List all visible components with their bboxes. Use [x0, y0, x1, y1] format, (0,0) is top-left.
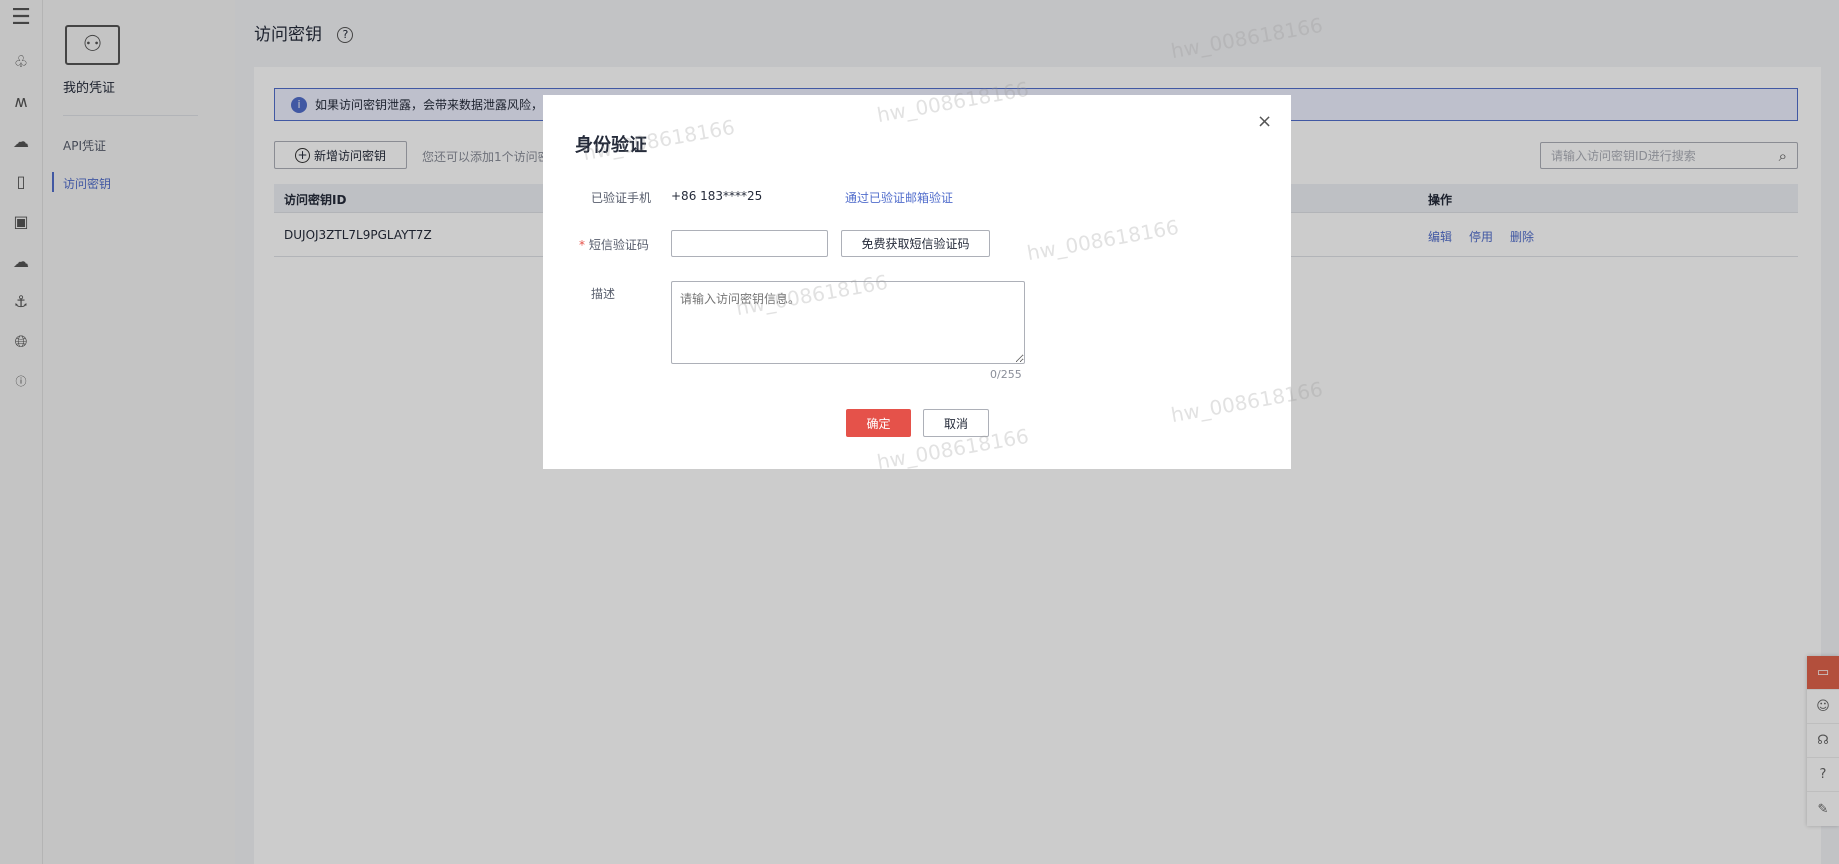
dialog-title: 身份验证 — [575, 135, 647, 156]
confirm-button[interactable]: 确定 — [846, 409, 911, 437]
description-label: 描述 — [591, 287, 616, 301]
get-sms-code-button[interactable]: 免费获取短信验证码 — [841, 230, 990, 257]
char-counter: 0/255 — [990, 368, 1022, 381]
close-icon[interactable]: × — [1257, 111, 1272, 132]
cancel-button[interactable]: 取消 — [923, 409, 989, 437]
required-marker: * — [579, 238, 589, 252]
sms-label: 短信验证码 — [588, 238, 649, 252]
phone-value: +86 183****25 — [671, 189, 763, 203]
email-verify-link[interactable]: 通过已验证邮箱验证 — [845, 189, 953, 206]
identity-verification-dialog: 身份验证 × 已验证手机 +86 183****25 通过已验证邮箱验证 * 短… — [543, 95, 1291, 469]
phone-label: 已验证手机 — [591, 191, 652, 205]
description-textarea[interactable] — [671, 281, 1025, 364]
sms-code-input[interactable] — [671, 230, 828, 257]
